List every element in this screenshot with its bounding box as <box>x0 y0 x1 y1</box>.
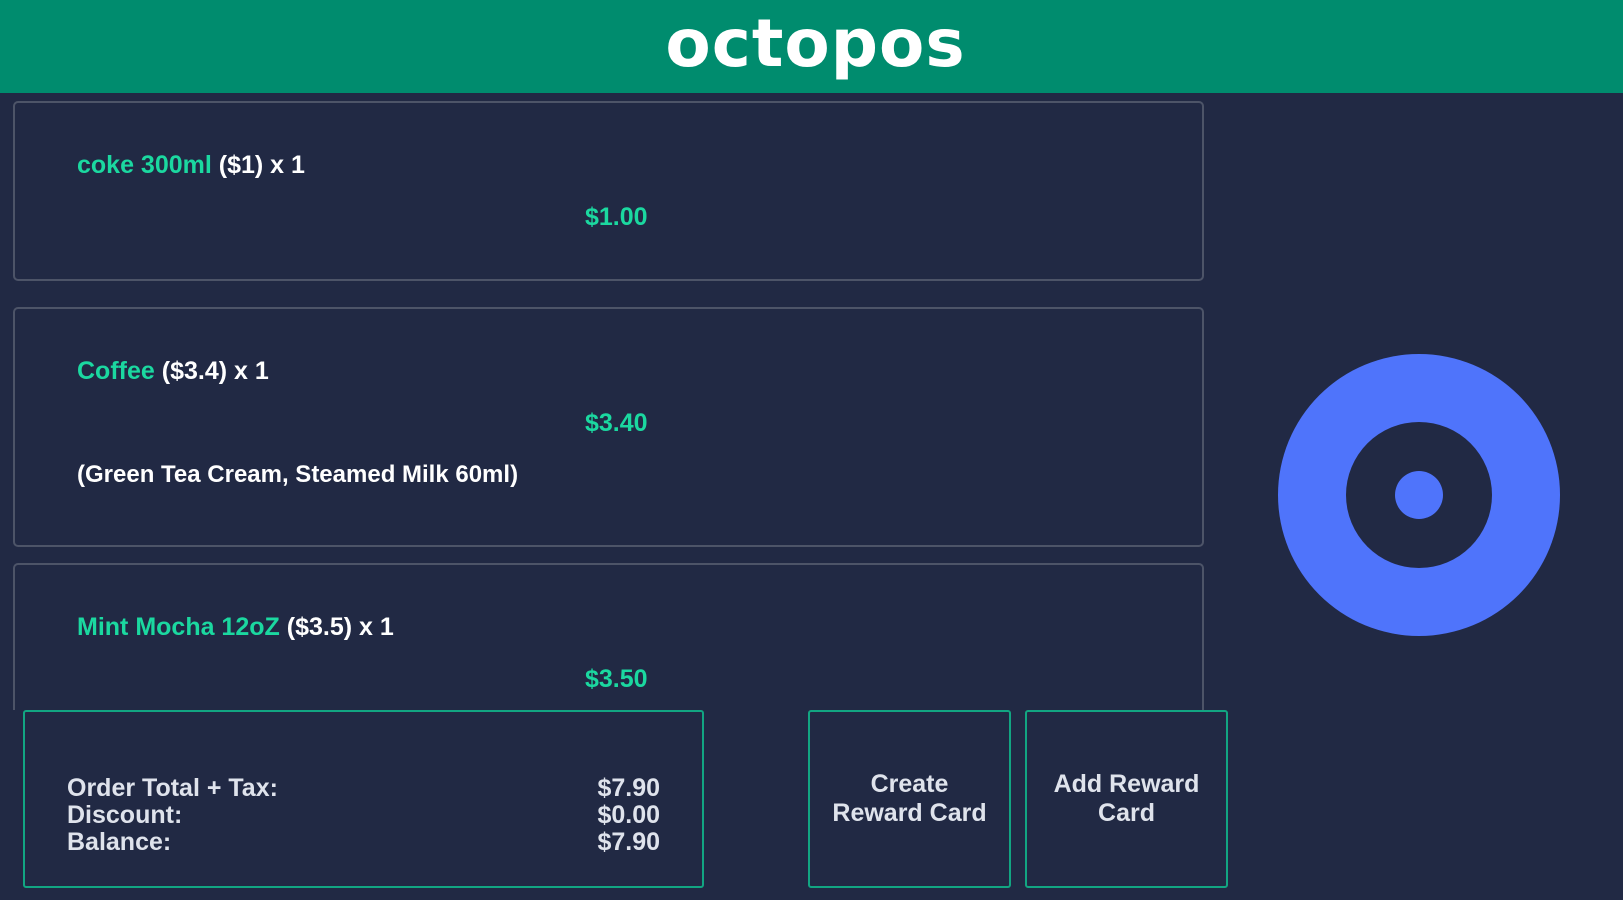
item-title: Mint Mocha 12oZ ($3.5) x 1 <box>77 613 394 642</box>
target-ring-icon <box>1278 354 1560 636</box>
item-title: Coffee ($3.4) x 1 <box>77 357 269 386</box>
order-item: Coffee ($3.4) x 1 $3.40 (Green Tea Cream… <box>13 307 1204 547</box>
totals-values: $7.90 $0.00 $7.90 <box>597 775 660 856</box>
order-totals-panel: Order Total + Tax: Discount: Balance: $7… <box>23 710 704 888</box>
item-name: Coffee <box>77 357 155 385</box>
item-price: $3.40 <box>585 409 648 437</box>
item-price: $3.50 <box>585 665 648 693</box>
target-ring-graphic <box>1278 354 1560 636</box>
octopos-logo: octopos <box>665 4 966 82</box>
item-name: Mint Mocha 12oZ <box>77 613 280 641</box>
header-bar: octopos <box>0 0 1623 93</box>
balance-label: Balance: <box>67 828 172 856</box>
item-title: coke 300ml ($1) x 1 <box>77 151 305 180</box>
item-unit-detail: ($3.4) x 1 <box>154 357 269 385</box>
customer-display: octopos coke 300ml ($1) x 1 $1.00 Coffee… <box>0 0 1623 900</box>
create-reward-card-button[interactable]: Create Reward Card <box>808 710 1011 888</box>
totals-labels: Order Total + Tax: Discount: Balance: <box>67 775 278 856</box>
item-unit-detail: ($1) x 1 <box>211 151 305 179</box>
order-total-value: $7.90 <box>597 774 660 802</box>
order-item: Mint Mocha 12oZ ($3.5) x 1 $3.50 <box>13 563 1204 710</box>
item-price: $1.00 <box>585 203 648 231</box>
discount-label: Discount: <box>67 801 183 829</box>
order-total-label: Order Total + Tax: <box>67 774 278 802</box>
item-modifiers: (Green Tea Cream, Steamed Milk 60ml) <box>77 461 519 488</box>
item-name: coke 300ml <box>77 151 212 179</box>
balance-value: $7.90 <box>597 828 660 856</box>
order-items-list[interactable]: coke 300ml ($1) x 1 $1.00 Coffee ($3.4) … <box>0 93 1215 710</box>
item-unit-detail: ($3.5) x 1 <box>279 613 394 641</box>
discount-value: $0.00 <box>597 801 660 829</box>
order-item: coke 300ml ($1) x 1 $1.00 <box>13 101 1204 281</box>
add-reward-card-button[interactable]: Add Reward Card <box>1025 710 1228 888</box>
